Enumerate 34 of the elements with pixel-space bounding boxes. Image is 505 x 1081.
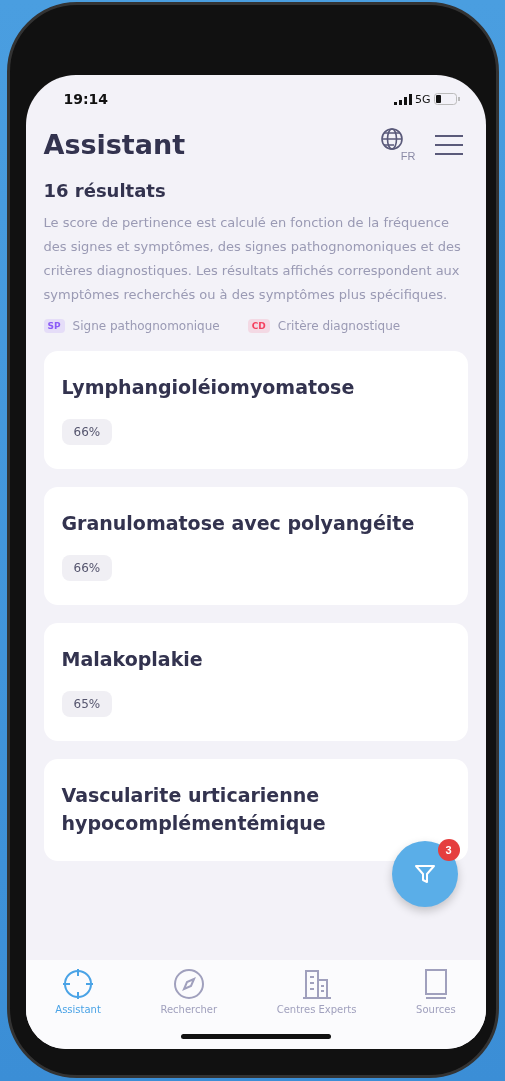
tab-bar-item[interactable]: Sources bbox=[414, 968, 458, 1015]
result-title: Lymphangioléiomyomatose bbox=[61, 375, 356, 400]
menu-icon[interactable] bbox=[433, 133, 464, 156]
results-description: Le score de pertinence est calculé en fonction de la fréquence des signes et symptômes, des signes pathognomoniques et des critères diagnostiques. Les résultats affichés correspondent aux symptômes recherchés ou à des symptômes plus spécifiques. bbox=[43, 214, 462, 304]
legend-label: Critère diagnostique bbox=[277, 319, 401, 333]
page-title: Assistant bbox=[43, 129, 186, 160]
battery-icon bbox=[433, 93, 460, 105]
tab-bar-item[interactable]: Assistant bbox=[53, 968, 103, 1015]
result-title: Malakoplakie bbox=[61, 647, 204, 672]
filter-count-badge: 3 bbox=[437, 839, 460, 861]
score-badge: 66% bbox=[61, 419, 113, 445]
legend-label: Signe pathognomonique bbox=[72, 319, 220, 333]
legend-tag: SP bbox=[43, 319, 65, 333]
status-time: 19:14 bbox=[63, 91, 109, 107]
tab-bar-item[interactable]: Centres Experts bbox=[274, 968, 359, 1015]
tab-bar-item[interactable]: Rechercher bbox=[158, 968, 220, 1015]
crosshair-icon bbox=[62, 968, 95, 1000]
result-card[interactable]: Lymphangioléiomyomatose 66% bbox=[43, 351, 468, 469]
network-label: 5G bbox=[414, 92, 431, 106]
language-button[interactable]: FR bbox=[379, 127, 414, 162]
score-badge: 66% bbox=[61, 555, 113, 581]
globe-icon bbox=[379, 127, 406, 153]
result-card[interactable]: Granulomatose avec polyangéite 66% bbox=[43, 487, 468, 605]
results-count: 16 résultats bbox=[43, 180, 167, 201]
filter-icon bbox=[413, 863, 436, 885]
compass-icon bbox=[172, 968, 205, 1000]
building-icon bbox=[300, 968, 333, 1000]
signal-icon bbox=[393, 93, 412, 105]
legend-tag: CD bbox=[247, 319, 270, 333]
score-badge: 65% bbox=[61, 691, 113, 717]
result-title: Granulomatose avec polyangéite bbox=[61, 511, 416, 536]
result-title: Vascularite urticarienne hypocomplémentémique bbox=[61, 783, 327, 836]
result-card[interactable]: Malakoplakie 65% bbox=[43, 623, 468, 741]
filter-button[interactable]: 3 bbox=[391, 841, 458, 907]
